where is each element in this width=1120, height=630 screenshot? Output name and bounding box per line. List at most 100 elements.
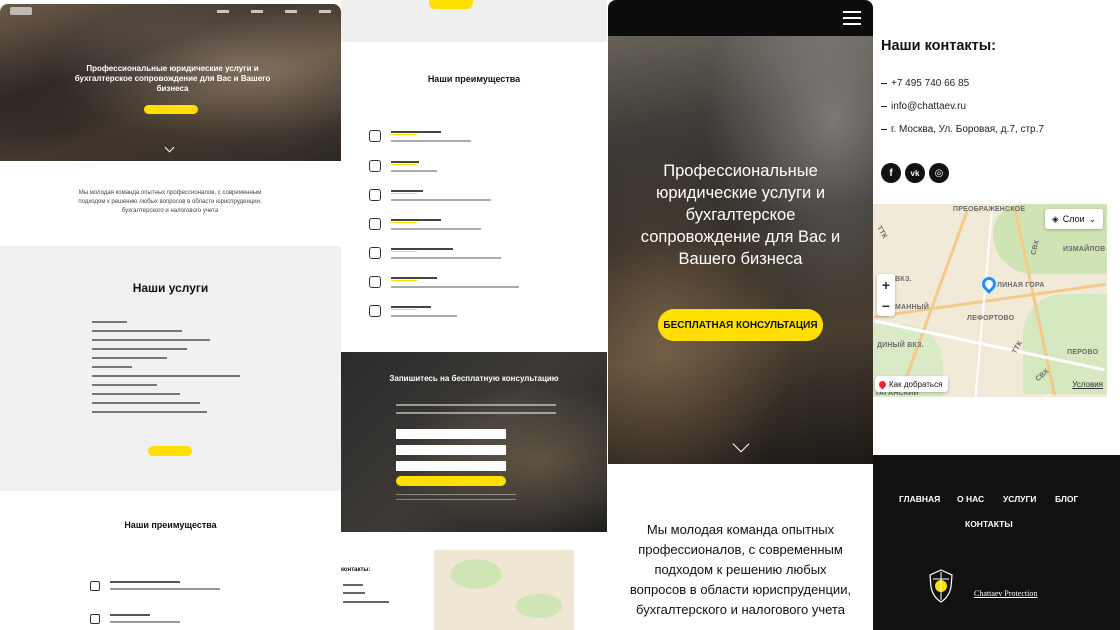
list-item xyxy=(369,218,589,232)
list-item xyxy=(92,348,187,350)
yandex-map[interactable]: ПРЕОБРАЖЕНСКОЕ ИЗМАЙЛОВ ВКЗ. МАННЫЙ ЛИНА… xyxy=(873,204,1107,397)
desktop-nav-item[interactable] xyxy=(217,9,229,13)
contacts-label: контакты: xyxy=(341,567,371,573)
bulb-icon xyxy=(369,218,381,230)
top-section xyxy=(341,0,607,42)
consultation-form-section: Запишитесь на бесплатную консультацию xyxy=(341,352,607,532)
footer-nav-services[interactable]: УСЛУГИ xyxy=(1003,494,1036,504)
team-icon xyxy=(369,276,381,288)
mobile-hero-title: Профессиональные юридические услуги и бу… xyxy=(640,162,841,268)
layers-icon: ◈ xyxy=(1051,213,1059,224)
map-label: ДИНЫЙ ВКЗ. xyxy=(877,342,924,349)
zoom-out-button[interactable]: − xyxy=(877,295,895,316)
social-links: f vk ◎ xyxy=(881,163,949,183)
contact-address: г. Москва, Ул. Боровая, д.7, стр.7 xyxy=(881,124,1044,135)
desktop-nav-item[interactable] xyxy=(285,9,297,13)
scales-icon xyxy=(369,189,381,201)
list-item xyxy=(92,402,200,404)
map-layers-button[interactable]: ◈ Слои ⌄ xyxy=(1045,209,1103,229)
name-field[interactable] xyxy=(396,429,506,439)
dash-icon xyxy=(881,82,887,84)
mobile-preview-panel: Профессиональные юридические услуги и бу… xyxy=(608,0,873,630)
desktop-preview-panel: Профессиональные юридические услуги и бу… xyxy=(0,4,341,630)
map-label: ЛИНАЯ ГОРА xyxy=(997,282,1045,289)
mobile-header xyxy=(608,0,873,36)
list-item xyxy=(369,160,589,174)
footer-nav-about[interactable]: О НАС xyxy=(957,494,984,504)
chevron-down-icon: ⌄ xyxy=(1088,213,1097,224)
form-submit-button[interactable] xyxy=(396,476,506,486)
zoom-in-button[interactable]: + xyxy=(877,274,895,295)
document-icon xyxy=(90,581,100,591)
route-label: Как добраться xyxy=(889,379,943,389)
facebook-icon[interactable]: f xyxy=(881,163,901,183)
contacts-title: Наши контакты: xyxy=(881,38,996,54)
phone-field[interactable] xyxy=(396,445,506,455)
shield-logo-icon[interactable] xyxy=(927,569,955,603)
list-item xyxy=(92,357,167,359)
handshake-icon xyxy=(369,305,381,317)
list-item xyxy=(369,247,589,261)
map-zoom-control: + − xyxy=(877,274,895,316)
form-title: Запишитесь на бесплатную консультацию xyxy=(389,374,559,383)
phone-text: +7 495 740 66 85 xyxy=(891,78,970,89)
layers-label: Слои xyxy=(1062,214,1085,224)
email-text: info@chattaev.ru xyxy=(891,101,967,112)
form-description xyxy=(396,404,556,414)
map-label: ТТК xyxy=(875,224,889,241)
free-consultation-button[interactable]: БЕСПЛАТНАЯ КОНСУЛЬТАЦИЯ xyxy=(658,309,823,341)
list-item xyxy=(369,305,589,319)
chevron-down-icon[interactable] xyxy=(732,435,750,453)
map-terms-link[interactable]: Условия xyxy=(1072,380,1103,389)
map-label: ИЗМАЙЛОВ xyxy=(1063,246,1106,253)
desktop-nav xyxy=(217,9,331,13)
contacts-panel: Наши контакты: +7 495 740 66 85 info@cha… xyxy=(873,0,1120,630)
footer-nav-home[interactable]: ГЛАВНАЯ xyxy=(899,494,940,504)
address-text: г. Москва, Ул. Боровая, д.7, стр.7 xyxy=(891,124,1044,135)
desktop-consult-button[interactable] xyxy=(144,105,198,114)
list-item xyxy=(92,375,240,377)
map-pin-icon[interactable] xyxy=(979,274,999,294)
desktop-topbar xyxy=(0,4,341,18)
footer-nav-contacts[interactable]: КОНТАКТЫ xyxy=(965,519,1013,529)
desktop-services-button[interactable] xyxy=(148,446,192,456)
desktop-hero: Профессиональные юридические услуги и бу… xyxy=(0,4,341,161)
mobile-about-text: Мы молодая команда опытных профессионало… xyxy=(629,522,852,617)
desktop-nav-item[interactable] xyxy=(319,9,331,13)
email-field[interactable] xyxy=(396,461,506,471)
hamburger-icon[interactable] xyxy=(843,11,861,25)
list-item xyxy=(92,339,210,341)
vk-icon[interactable]: vk xyxy=(905,163,925,183)
list-item xyxy=(92,393,180,395)
map-label: ВКЗ. xyxy=(895,276,912,283)
map-label: ПЕРОВО xyxy=(1067,349,1099,356)
desktop-nav-item[interactable] xyxy=(251,9,263,13)
contact-email[interactable]: info@chattaev.ru xyxy=(881,101,966,112)
location-pin-icon xyxy=(877,379,888,389)
chevron-down-icon[interactable] xyxy=(164,142,175,153)
list-item xyxy=(92,321,127,323)
list-item xyxy=(369,276,589,290)
instagram-icon[interactable]: ◎ xyxy=(929,163,949,183)
route-button[interactable]: Как добраться xyxy=(875,376,949,392)
list-item xyxy=(369,189,589,203)
footer-nav-blog[interactable]: БЛОГ xyxy=(1055,494,1078,504)
desktop-about-text: Мы молодая команда опытных профессионало… xyxy=(78,190,262,214)
contact-line xyxy=(343,601,389,603)
mini-map[interactable] xyxy=(434,550,574,630)
form-privacy-note xyxy=(396,494,516,500)
list-item xyxy=(92,366,132,368)
document-icon xyxy=(369,130,381,142)
desktop-advantages-title: Наши преимущества xyxy=(124,520,217,530)
footer-brand[interactable]: Chattaev Protection xyxy=(974,589,1037,598)
dash-icon xyxy=(881,128,887,130)
idea-icon xyxy=(369,247,381,259)
desktop-services-list xyxy=(92,321,282,420)
desktop-logo[interactable] xyxy=(10,7,32,15)
footer: ГЛАВНАЯ О НАС УСЛУГИ БЛОГ КОНТАКТЫ Chatt… xyxy=(873,455,1120,630)
contact-phone[interactable]: +7 495 740 66 85 xyxy=(881,78,969,89)
list-item xyxy=(92,330,182,332)
list-item xyxy=(369,130,589,144)
map-label: МАННЫЙ xyxy=(895,304,930,311)
top-yellow-button[interactable] xyxy=(429,0,473,9)
